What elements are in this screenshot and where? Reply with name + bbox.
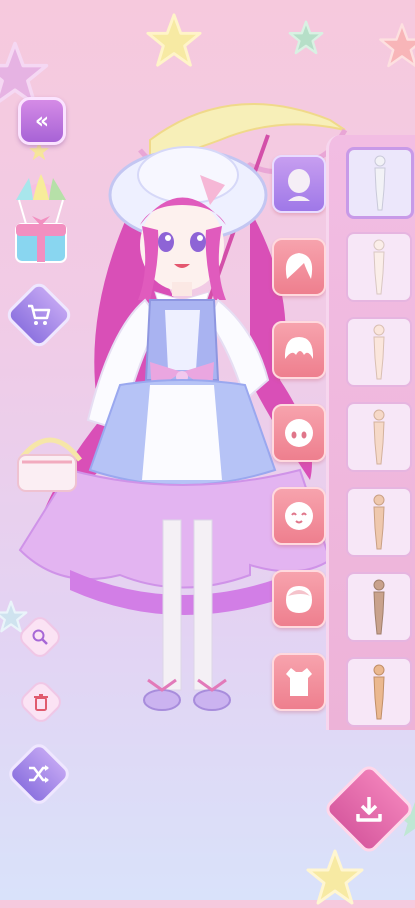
bg-star-yellow-icon <box>146 13 202 67</box>
random-button[interactable] <box>5 740 73 808</box>
category-mouth-button[interactable] <box>272 487 326 545</box>
bg-star-green-icon <box>288 20 324 55</box>
item-card[interactable] <box>346 147 414 219</box>
body-figure-icon <box>373 239 385 295</box>
body-figure-icon <box>373 579 385 635</box>
eyes-icon <box>285 419 313 447</box>
bg-star-bottom-icon <box>306 849 364 905</box>
hair-back-icon <box>285 253 313 279</box>
magnifier-icon <box>32 629 48 645</box>
item-card[interactable] <box>346 317 412 387</box>
back-button[interactable]: « <box>18 97 66 145</box>
body-figure-icon <box>374 155 386 211</box>
body-figure-icon <box>373 664 385 720</box>
hair-front-icon <box>284 337 314 359</box>
mouth-icon <box>285 502 313 530</box>
shopping-cart-icon <box>27 304 51 325</box>
body-figure-icon <box>373 324 385 380</box>
shuffle-icon <box>29 765 49 783</box>
item-card[interactable] <box>346 402 412 472</box>
shop-button[interactable] <box>3 279 75 351</box>
category-top-button[interactable] <box>272 653 326 711</box>
item-card[interactable] <box>346 232 412 302</box>
double-chevron-left-icon: « <box>34 108 50 134</box>
item-card[interactable] <box>346 572 412 642</box>
body-figure-icon <box>373 409 385 465</box>
bg-star-pink-icon <box>379 23 415 68</box>
item-card[interactable] <box>346 487 412 557</box>
category-front-hair-button[interactable] <box>272 321 326 379</box>
body-base-icon <box>288 169 310 201</box>
category-face-button[interactable] <box>272 570 326 628</box>
top-clothes-icon <box>286 668 312 696</box>
parachute-gift-icon <box>15 174 67 263</box>
delete-button[interactable] <box>16 677 66 727</box>
download-button[interactable] <box>322 762 415 856</box>
category-eyes-button[interactable] <box>272 404 326 462</box>
face-icon <box>286 586 312 613</box>
item-card[interactable] <box>346 657 412 727</box>
category-body-button[interactable] <box>272 155 326 213</box>
gift-button[interactable] <box>10 172 72 264</box>
item-panel <box>326 135 415 730</box>
body-figure-icon <box>373 494 385 550</box>
trash-icon <box>34 694 48 711</box>
parasol-icon <box>138 103 348 358</box>
basket-icon <box>17 437 82 492</box>
download-icon <box>356 797 382 822</box>
category-back-hair-button[interactable] <box>272 238 326 296</box>
